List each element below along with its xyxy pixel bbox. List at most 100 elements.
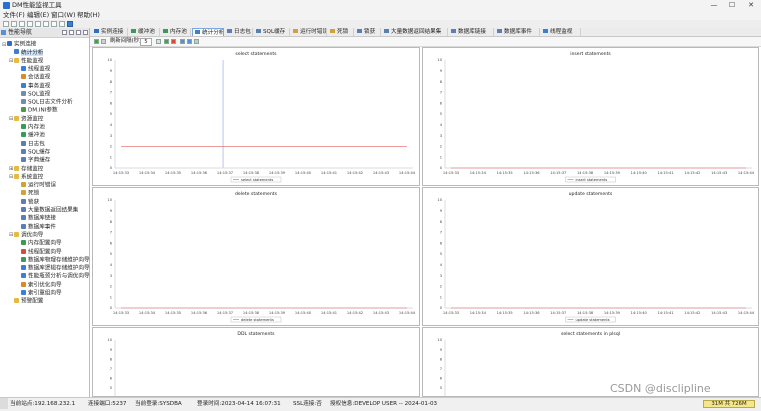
tree-item[interactable]: 日志包 (16, 140, 45, 149)
x-tick-label: 14:15:41 (657, 311, 673, 315)
tab-item[interactable]: 死锁 (328, 28, 354, 36)
tree-item[interactable]: 会话监视 (16, 74, 50, 82)
tree-item[interactable]: 线程监视 (16, 65, 50, 74)
tree-item[interactable]: ⊟ 性能监视 (9, 57, 43, 66)
tree-item[interactable]: SQL缓存 (16, 148, 50, 157)
tab-item[interactable]: 数据库链接 (449, 28, 494, 36)
refresh-interval-select[interactable]: 5 (140, 38, 152, 46)
x-tick-label: 14:15:35 (497, 171, 513, 175)
tab-item[interactable]: 运行时错误 (291, 28, 327, 36)
tree-item[interactable]: ⊟ 实例连接 (2, 41, 36, 49)
dict-icon (21, 157, 26, 163)
menu-window[interactable]: 窗口(W) (51, 11, 76, 20)
x-tick-label: 14:15:43 (711, 311, 727, 315)
tree-item[interactable]: ⊟ 调优向导 (9, 231, 43, 240)
y-tick-label: 7 (110, 91, 112, 95)
tab-item[interactable]: 大量数据返回结果集 (382, 28, 448, 36)
x-tick-label: 14:15:35 (497, 311, 513, 315)
chart-panel[interactable]: update statements 0 1 2 3 4 5 6 7 8 9 10 14:15:33 14:… (422, 187, 759, 326)
new-connection-icon[interactable] (3, 21, 9, 27)
tab-item[interactable]: 缓冲池 (129, 28, 160, 36)
menu-file[interactable]: 文件(F) (3, 11, 25, 20)
tab-item[interactable]: 内存池 (161, 28, 191, 36)
tab-item[interactable]: 实例连接 (92, 28, 128, 36)
link-icon[interactable] (69, 30, 74, 35)
chart-panel[interactable]: insert statements 0 1 2 3 4 5 6 7 8 9 10 14:15:33 14:… (422, 47, 759, 186)
tree-item[interactable]: 线程配置向导 (16, 248, 62, 257)
tree-item[interactable]: 事务监视 (16, 82, 50, 91)
tab-item[interactable]: 线程监视 (541, 28, 581, 36)
tree-item[interactable]: ⊞ 存储监控 (9, 165, 43, 174)
tree-item[interactable]: 数据库链接 (16, 215, 56, 223)
layout-grid-icon[interactable] (180, 39, 185, 44)
cut-icon[interactable] (27, 21, 33, 27)
tree-item[interactable]: ⊟ 资源监控 (9, 115, 44, 124)
refresh-interval-label: 刷新间隔(秒) (110, 38, 142, 44)
tree-item-label: 资源监控 (21, 116, 44, 123)
tab-item[interactable]: 数据库事件 (495, 28, 540, 36)
undo-icon[interactable] (51, 21, 57, 27)
tree-item[interactable]: DM.INI参数 (16, 107, 58, 115)
play-icon[interactable] (164, 39, 169, 44)
menu-help[interactable]: 帮助(H) (77, 11, 100, 20)
chart-svg: update statements 0 1 2 3 4 5 6 7 8 9 10 14:15:33 14:… (437, 191, 755, 323)
tab-label: SQL缓存 (263, 29, 286, 35)
layout-list-icon[interactable] (187, 39, 192, 44)
chart-panel[interactable]: delete statements 0 1 2 3 4 5 6 7 8 9 10 14:15:33 14:… (92, 187, 420, 326)
tab-item[interactable]: 日志包 (225, 28, 253, 36)
memory-indicator[interactable]: 31M 共 726M (703, 400, 755, 408)
maximize-button[interactable]: ☐ (723, 0, 741, 11)
tree-item[interactable]: 索引重组向导 (16, 290, 62, 298)
tab-item[interactable]: 锁获 (355, 28, 381, 36)
resultset-icon (384, 29, 389, 33)
tree-item[interactable]: 数据库逻辑存储维护向导 (16, 265, 90, 273)
tree-item[interactable]: 性能瓶颈分析与调优向导 (16, 273, 90, 281)
settings-icon[interactable] (194, 39, 199, 44)
tree-item[interactable]: ⊟ 系统监控 (9, 173, 43, 182)
tree-item[interactable]: 内存池 (16, 124, 45, 132)
chart-panel[interactable]: DDL statements 5 6 7 8 9 10 (92, 327, 420, 397)
y-tick-label: 4 (440, 263, 443, 267)
tree-item[interactable]: 数据库物理存储维护向导 (16, 256, 90, 265)
error-icon (21, 182, 26, 188)
refresh-icon[interactable] (101, 39, 106, 44)
y-tick-label: 7 (440, 91, 442, 95)
tree-item[interactable]: SQL日志文件分析 (16, 99, 73, 107)
minimize-button[interactable]: — (705, 0, 723, 11)
copy-icon[interactable] (35, 21, 41, 27)
tab-item[interactable]: 统计分析 (192, 28, 224, 36)
tree-item[interactable]: 字典缓存 (16, 157, 50, 165)
tree-item[interactable]: 内存配置向导 (16, 240, 62, 248)
tree-item[interactable]: 缓冲池 (16, 132, 45, 140)
maximize-view-icon[interactable] (83, 30, 88, 35)
start-icon[interactable] (94, 39, 99, 44)
chart-toolbar: 刷新间隔(秒) 5 (90, 37, 761, 47)
session-icon (21, 74, 26, 80)
tree-item[interactable]: 大量数据返回结果集 (16, 207, 78, 215)
redo-icon[interactable] (59, 21, 65, 27)
tree-item[interactable]: 锁获 (16, 198, 39, 207)
tree-item[interactable]: 索引优化向导 (16, 281, 62, 290)
y-tick-label: 6 (110, 377, 113, 381)
folder-icon (14, 173, 19, 179)
collapse-all-icon[interactable] (62, 30, 67, 35)
paste-icon[interactable] (43, 21, 49, 27)
save-all-icon[interactable] (19, 21, 25, 27)
tree-item[interactable]: 预警配置 (9, 298, 43, 306)
tree-item[interactable]: 统计分析 (9, 49, 44, 57)
minimize-view-icon[interactable] (76, 30, 81, 35)
tree-item[interactable]: 数据库事件 (16, 223, 56, 232)
tab-item[interactable]: SQL缓存 (254, 28, 290, 36)
tab-label: 大量数据返回结果集 (391, 29, 442, 35)
chart-panel[interactable]: select statements 0 1 2 3 4 5 6 7 8 9 10 14:15:33 14:… (92, 47, 420, 186)
tree-item[interactable]: 运行时错误 (16, 182, 56, 190)
close-button[interactable]: ✕ (742, 0, 760, 11)
tree-item[interactable]: SQL监视 (16, 90, 50, 99)
x-tick-label: 14:15:43 (711, 171, 727, 175)
save-icon[interactable] (11, 21, 17, 27)
tree-item[interactable]: 死锁 (16, 190, 39, 198)
stop-icon[interactable] (171, 39, 176, 44)
info-icon[interactable] (67, 21, 73, 27)
menu-edit[interactable]: 编辑(E) (27, 11, 49, 20)
legend-label: update statements (576, 318, 610, 322)
